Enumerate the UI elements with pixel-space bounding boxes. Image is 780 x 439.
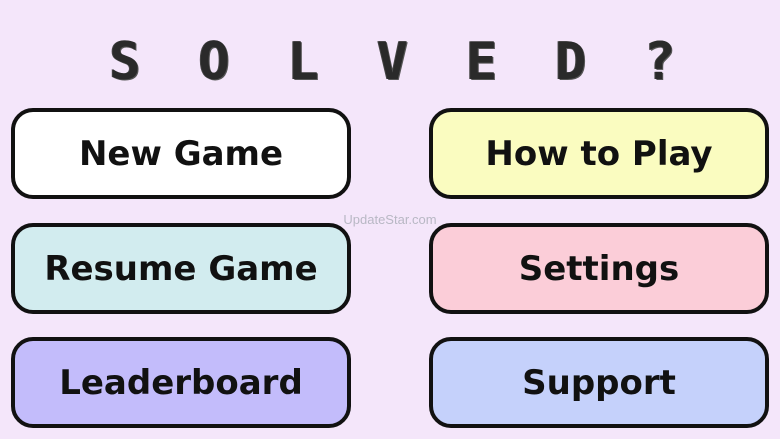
title-letter-e: E [465,32,498,92]
settings-button[interactable]: Settings [429,223,769,314]
support-label: Support [522,362,676,403]
title-letter-question: ? [644,32,676,92]
title-letter-o: O [198,32,230,92]
title-letter-v: V [376,32,409,92]
title-letter-d: D [555,32,587,92]
new-game-label: New Game [78,133,284,174]
resume-game-button[interactable]: Resume Game [11,223,351,314]
support-button[interactable]: Support [429,337,769,428]
how-to-play-button[interactable]: How to Play [429,108,769,199]
settings-label: Settings [518,248,680,289]
leaderboard-label: Leaderboard [59,362,303,403]
game-title: S O L V E D ? [105,30,680,94]
title-letter-l: L [287,32,319,92]
title-letter-s: S [109,32,141,92]
new-game-button[interactable]: New Game [11,108,351,199]
how-to-play-label: How to Play [485,133,713,174]
leaderboard-button[interactable]: Leaderboard [11,337,351,428]
resume-game-label: Resume Game [44,248,318,289]
